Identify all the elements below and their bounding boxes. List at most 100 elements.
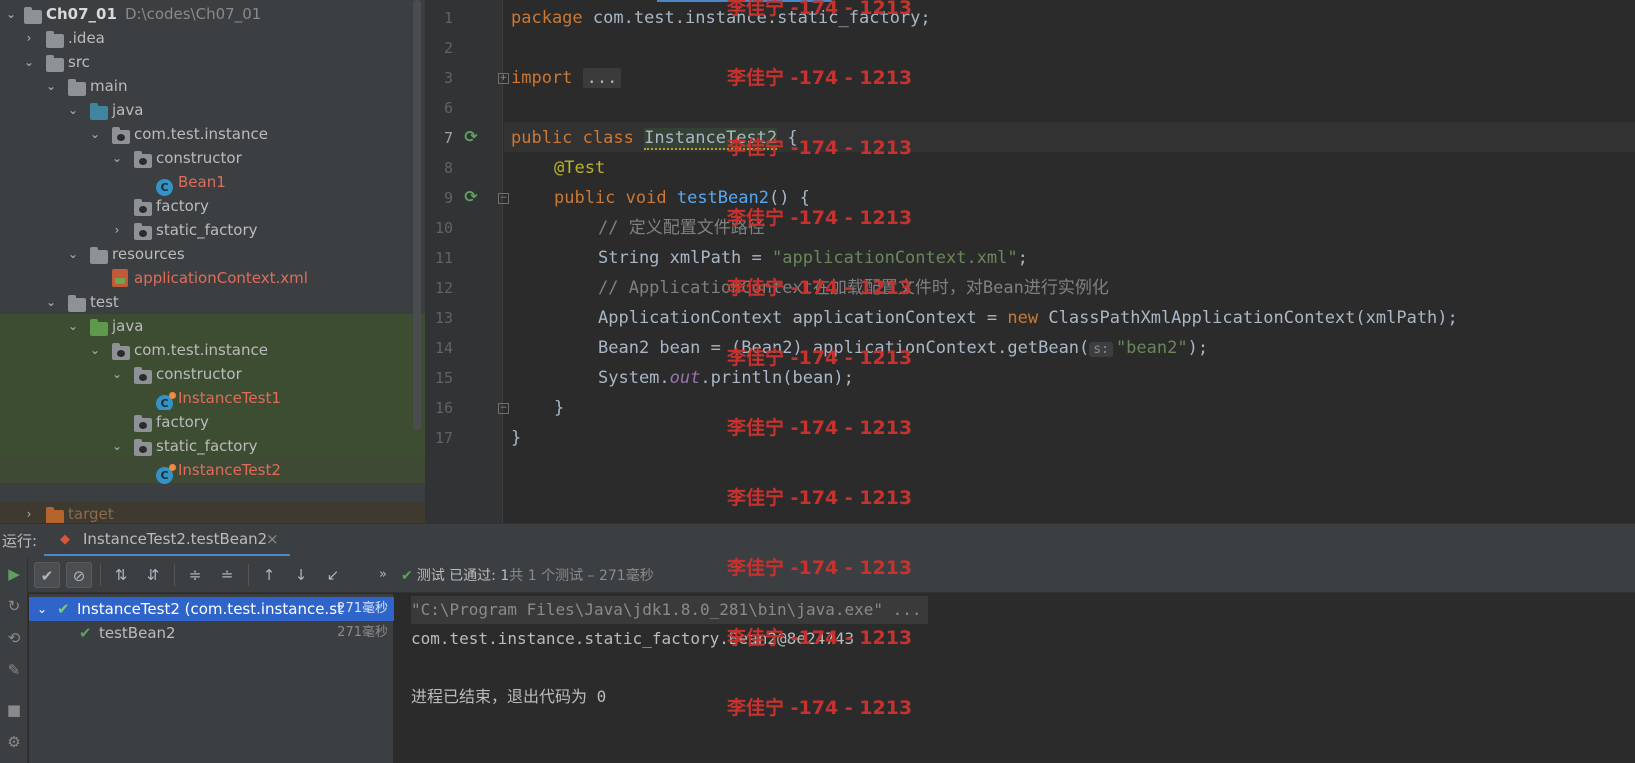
tree-item-resources[interactable]: ⌄ resources: [0, 242, 425, 267]
test-result-row[interactable]: ✔ testBean2 271毫秒: [29, 621, 394, 645]
code-line-8: @Test: [554, 153, 605, 183]
show-passed-button[interactable]: ✔: [34, 562, 60, 588]
tree-item-test-java[interactable]: ⌄ java: [0, 314, 425, 339]
run-test-method-icon[interactable]: ⟳: [461, 187, 481, 207]
code-line-16: }: [554, 398, 565, 418]
sort-alphabetically-button[interactable]: ⇅: [108, 562, 134, 588]
toggle-auto-test-icon[interactable]: ⟲: [4, 628, 24, 648]
chevron-down-icon[interactable]: ⌄: [110, 362, 124, 387]
test-result-name: InstanceTest2 (com.test.instance.st: [77, 600, 343, 618]
tree-item-main-package[interactable]: ⌄ com.test.instance: [0, 122, 425, 147]
test-results-tree: ⌄ ✔ InstanceTest2 (com.test.instance.st …: [29, 594, 394, 763]
folder-icon: [46, 31, 64, 48]
stop-icon[interactable]: ■: [4, 700, 24, 720]
chevron-down-icon[interactable]: ⌄: [37, 597, 47, 621]
tree-item-bean1[interactable]: C Bean1: [0, 170, 425, 196]
code-line-14: Bean2 bean = (Bean2) applicationContext.…: [598, 333, 1208, 363]
console-command-line[interactable]: "C:\Program Files\Java\jdk1.8.0_281\bin\…: [411, 596, 928, 624]
wrench-icon[interactable]: ✎: [4, 660, 24, 680]
chevron-down-icon[interactable]: ⌄: [110, 146, 124, 171]
chevron-down-icon[interactable]: ⌄: [4, 2, 18, 27]
chevron-down-icon[interactable]: ⌄: [88, 122, 102, 147]
tree-item-main[interactable]: ⌄ main: [0, 74, 425, 99]
tree-item-main-constructor[interactable]: ⌄ constructor: [0, 146, 425, 171]
chevron-down-icon[interactable]: ⌄: [66, 242, 80, 267]
ignored-icon: ⊘: [72, 567, 86, 585]
run-tab[interactable]: ◆ InstanceTest2.testBean2 ×: [44, 524, 290, 557]
line-number: 3: [443, 69, 453, 87]
code-line-7: public class InstanceTest2 {: [511, 123, 798, 153]
annotation: @Test: [554, 158, 606, 178]
sort-by-duration-button[interactable]: ⇵: [140, 562, 166, 588]
tree-item-test-factory[interactable]: factory: [0, 410, 425, 435]
expand-all-button[interactable]: ≑: [182, 562, 208, 588]
chevron-right-icon[interactable]: ›: [22, 502, 36, 523]
tree-item-main-factory[interactable]: factory: [0, 194, 425, 219]
tree-item-label: InstanceTest1: [178, 389, 281, 407]
class-name[interactable]: InstanceTest2: [644, 128, 778, 150]
settings-icon[interactable]: ⚙: [4, 732, 24, 752]
keyword: public void: [554, 188, 667, 208]
folder-icon: [46, 55, 64, 72]
test-result-row[interactable]: ⌄ ✔ InstanceTest2 (com.test.instance.st …: [29, 597, 394, 621]
tree-scrollbar[interactable]: [413, 0, 421, 430]
close-icon[interactable]: ×: [266, 530, 279, 548]
string-literal: "bean2": [1115, 338, 1188, 358]
parameter-hint: s:: [1089, 342, 1113, 357]
tree-item-idea[interactable]: › .idea: [0, 26, 425, 51]
line-number: 1: [443, 9, 453, 27]
package-icon: [134, 223, 152, 240]
show-ignored-button[interactable]: ⊘: [66, 562, 92, 588]
run-tool-header: 运行: ◆ InstanceTest2.testBean2 ×: [0, 523, 1635, 557]
tree-item-target[interactable]: › target: [0, 502, 425, 523]
code-line-13: ApplicationContext applicationContext = …: [598, 303, 1458, 333]
tree-item-test-static-factory[interactable]: ⌄ static_factory: [0, 434, 425, 459]
fold-collapse-icon[interactable]: −: [498, 193, 509, 204]
collapsed-imports[interactable]: ...: [582, 68, 622, 88]
code-line-15: System.out.println(bean);: [598, 363, 854, 393]
tree-item-test-package[interactable]: ⌄ com.test.instance: [0, 338, 425, 363]
tree-item-test-constructor[interactable]: ⌄ constructor: [0, 362, 425, 387]
tree-item-application-context-xml[interactable]: applicationContext.xml: [0, 266, 425, 291]
tree-item-main-java[interactable]: ⌄ java: [0, 98, 425, 123]
test-result-time: 271毫秒: [337, 625, 388, 640]
console-output[interactable]: "C:\Program Files\Java\jdk1.8.0_281\bin\…: [395, 594, 1635, 763]
check-icon: ✔: [401, 568, 413, 584]
line-number: 11: [434, 249, 453, 267]
arrow-down-icon: ↓: [294, 566, 308, 584]
tree-item-instance-test2[interactable]: C InstanceTest2: [0, 458, 425, 484]
more-button[interactable]: »: [370, 562, 396, 588]
xml-file-icon: [112, 269, 130, 287]
chevron-down-icon[interactable]: ⌄: [88, 338, 102, 363]
chevron-right-icon[interactable]: ›: [110, 218, 124, 243]
console-exit-line: 进程已结束，退出代码为 0: [411, 687, 607, 706]
tree-item-project-root[interactable]: ⌄ Ch07_01 D:\codes\Ch07_01: [0, 2, 425, 27]
chevron-down-icon[interactable]: ⌄: [66, 314, 80, 339]
tree-item-src[interactable]: ⌄ src: [0, 50, 425, 75]
play-icon[interactable]: ▶: [4, 564, 24, 584]
next-failed-button[interactable]: ↓: [288, 562, 314, 588]
code-line-17: }: [511, 428, 522, 448]
test-folder-icon: [90, 319, 108, 336]
import-tests-button[interactable]: ↙: [320, 562, 346, 588]
tree-item-main-static-factory[interactable]: › static_factory: [0, 218, 425, 243]
chevron-down-icon[interactable]: ⌄: [110, 434, 124, 459]
run-test-class-icon[interactable]: ⟳: [461, 127, 481, 147]
previous-failed-button[interactable]: ↑: [256, 562, 282, 588]
collapse-all-button[interactable]: ≐: [214, 562, 240, 588]
fold-expand-icon[interactable]: +: [498, 73, 509, 84]
code-line-10: // 定义配置文件路径: [598, 213, 765, 243]
tree-item-instance-test1[interactable]: C InstanceTest1: [0, 386, 425, 412]
chevron-down-icon[interactable]: ⌄: [22, 50, 36, 75]
chevron-right-icon[interactable]: ›: [22, 26, 36, 51]
chevron-down-icon[interactable]: ⌄: [44, 290, 58, 315]
chevron-down-icon[interactable]: ⌄: [66, 98, 80, 123]
code-text: );: [1187, 338, 1209, 358]
run-tab-title: InstanceTest2.testBean2: [83, 530, 268, 548]
chevron-down-icon[interactable]: ⌄: [44, 74, 58, 99]
rerun-failed-icon[interactable]: ↻: [4, 596, 24, 616]
tree-item-test[interactable]: ⌄ test: [0, 290, 425, 315]
method-name: testBean2: [676, 188, 769, 208]
arrow-up-icon: ↑: [262, 566, 276, 584]
fold-collapse-icon[interactable]: −: [498, 403, 509, 414]
